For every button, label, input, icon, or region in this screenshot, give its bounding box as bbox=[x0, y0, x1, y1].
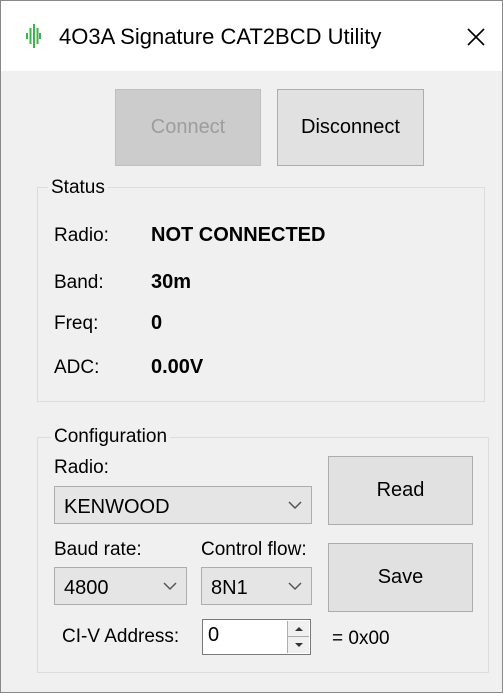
status-radio-label: Radio: bbox=[54, 225, 109, 246]
baud-rate-select-value: 4800 bbox=[64, 577, 109, 599]
status-radio-value: NOT CONNECTED bbox=[151, 224, 326, 246]
configuration-group-title: Configuration bbox=[51, 426, 171, 448]
status-freq-value: 0 bbox=[151, 312, 163, 334]
chevron-down-icon bbox=[163, 582, 177, 591]
connect-button[interactable]: Connect bbox=[115, 89, 261, 166]
disconnect-button-label: Disconnect bbox=[301, 116, 400, 138]
control-flow-label: Control flow: bbox=[201, 539, 307, 560]
status-adc-value: 0.00V bbox=[151, 356, 204, 378]
status-group bbox=[37, 187, 485, 402]
chevron-down-icon bbox=[288, 582, 302, 591]
radio-select-value: KENWOOD bbox=[64, 496, 170, 518]
save-button[interactable]: Save bbox=[328, 543, 473, 612]
control-flow-select[interactable]: 8N1 bbox=[201, 567, 312, 605]
caret-down-icon bbox=[294, 643, 303, 647]
status-adc-label: ADC: bbox=[54, 357, 100, 378]
save-button-label: Save bbox=[377, 566, 424, 588]
status-band-value: 30m bbox=[151, 271, 192, 293]
waveform-icon bbox=[26, 24, 41, 48]
title-bar: 4O3A Signature CAT2BCD Utility bbox=[1, 1, 502, 71]
baud-rate-select[interactable]: 4800 bbox=[54, 567, 187, 605]
connect-button-label: Connect bbox=[150, 116, 226, 138]
chevron-down-icon bbox=[288, 501, 302, 510]
caret-up-icon bbox=[294, 626, 303, 631]
read-button-label: Read bbox=[376, 479, 425, 501]
civ-address-hex: = 0x00 bbox=[332, 628, 390, 649]
window-title: 4O3A Signature CAT2BCD Utility bbox=[59, 24, 382, 49]
status-freq-label: Freq: bbox=[54, 313, 99, 334]
civ-address-spinner bbox=[287, 621, 309, 653]
civ-address-value: 0 bbox=[208, 624, 220, 646]
radio-select[interactable]: KENWOOD bbox=[54, 486, 312, 524]
close-button[interactable] bbox=[457, 19, 495, 55]
civ-address-input[interactable]: 0 bbox=[202, 619, 311, 655]
baud-rate-label: Baud rate: bbox=[54, 539, 142, 560]
civ-address-label: CI-V Address: bbox=[62, 626, 180, 647]
status-group-title: Status bbox=[48, 177, 108, 199]
status-band-label: Band: bbox=[54, 272, 104, 293]
spin-up-button[interactable] bbox=[288, 621, 309, 637]
app-window: 4O3A Signature CAT2BCD Utility Connect D… bbox=[0, 0, 503, 693]
close-icon bbox=[467, 28, 485, 46]
spin-down-button[interactable] bbox=[288, 637, 309, 653]
config-radio-label: Radio: bbox=[54, 457, 109, 478]
disconnect-button[interactable]: Disconnect bbox=[277, 89, 424, 166]
control-flow-select-value: 8N1 bbox=[211, 577, 248, 599]
read-button[interactable]: Read bbox=[328, 456, 473, 525]
